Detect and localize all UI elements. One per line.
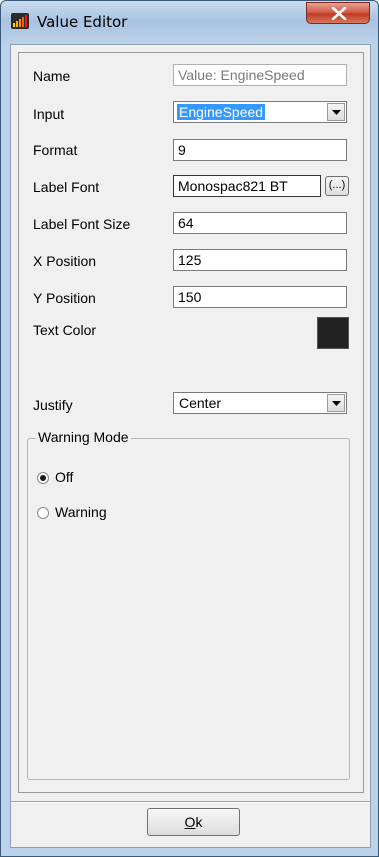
input-select[interactable]: EngineSpeed — [173, 101, 347, 123]
justify-select[interactable]: Center — [173, 392, 347, 414]
name-field[interactable]: Value: EngineSpeed — [173, 64, 347, 86]
justify-label: Justify — [33, 397, 73, 413]
label-font-size-label: Label Font Size — [33, 216, 131, 232]
value-editor-window: Value Editor Name Value: EngineSpeed Inp… — [0, 0, 379, 857]
label-font-browse-button[interactable]: (...) — [325, 176, 349, 196]
y-position-field[interactable]: 150 — [173, 286, 347, 308]
chevron-down-icon[interactable] — [327, 103, 345, 121]
title-bar[interactable]: Value Editor — [1, 1, 378, 43]
warning-mode-title: Warning Mode — [36, 429, 131, 445]
chevron-down-icon[interactable] — [327, 394, 345, 412]
label-font-size-field[interactable]: 64 — [173, 212, 347, 234]
justify-select-value: Center — [179, 395, 222, 411]
x-position-label: X Position — [33, 253, 97, 269]
warning-mode-group: Warning Mode Off Warning — [27, 429, 350, 780]
close-icon — [331, 7, 347, 20]
warning-off-label[interactable]: Off — [55, 469, 73, 485]
footer-divider — [11, 801, 370, 803]
name-label: Name — [33, 68, 71, 84]
text-color-swatch[interactable] — [317, 317, 349, 349]
input-label: Input — [33, 106, 65, 122]
text-color-label: Text Color — [33, 322, 97, 338]
warning-warning-radio[interactable] — [37, 507, 49, 519]
ok-mnemonic: O — [184, 814, 196, 830]
radio-selected-dot — [40, 475, 46, 481]
format-field[interactable]: 9 — [173, 139, 347, 161]
format-label: Format — [33, 142, 78, 158]
ok-button[interactable]: Ok — [147, 808, 240, 836]
x-position-field[interactable]: 125 — [173, 249, 347, 271]
y-position-label: Y Position — [33, 290, 96, 306]
warning-off-radio[interactable] — [37, 472, 49, 484]
window-title: Value Editor — [37, 13, 128, 31]
bar-chart-icon — [11, 13, 29, 29]
dialog-client-area: Name Value: EngineSpeed Input EngineSpee… — [10, 44, 371, 848]
ok-label-rest: k — [195, 814, 203, 830]
warning-warning-label[interactable]: Warning — [55, 504, 107, 520]
label-font-label: Label Font — [33, 179, 100, 195]
close-button[interactable] — [306, 2, 370, 24]
label-font-field[interactable]: Monospac821 BT — [173, 175, 321, 197]
input-select-value: EngineSpeed — [177, 104, 266, 120]
